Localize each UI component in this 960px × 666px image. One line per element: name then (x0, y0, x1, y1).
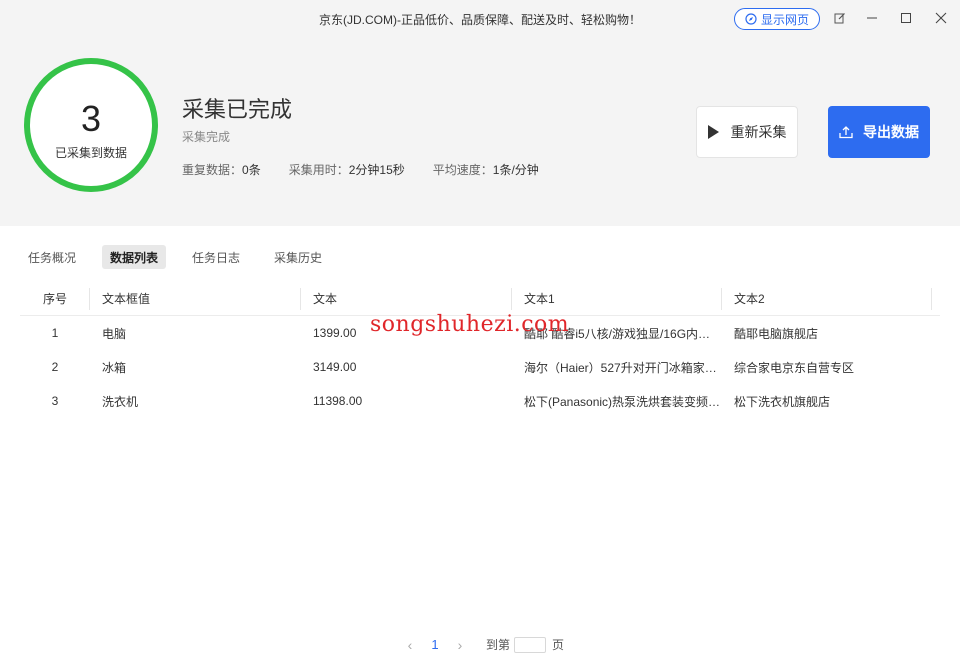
table-cell: 松下洗衣机旗舰店 (734, 394, 831, 409)
minimize-icon[interactable] (864, 10, 880, 26)
column-header-text: 文本 (301, 282, 512, 316)
edit-icon[interactable] (832, 10, 848, 26)
table-cell: 综合家电京东自营专区 (734, 360, 855, 375)
table-cell: 3 (51, 394, 59, 408)
table-row[interactable]: 2 冰箱 3149.00 海尔（Haier）527升对开门冰箱家… 综合家电京东… (20, 350, 940, 384)
column-header-textbox: 文本框值 (90, 282, 301, 316)
recollect-button[interactable]: 重新采集 (696, 106, 798, 158)
stats-row: 重复数据：0条 采集用时：2分钟15秒 平均速度：1条/分钟 (182, 161, 567, 178)
table-cell: 松下(Panasonic)热泵洗烘套装变频… (524, 394, 721, 409)
tab-task-log[interactable]: 任务日志 (184, 245, 248, 269)
table-cell: 酷耶电脑旗舰店 (734, 326, 819, 341)
chevron-right-icon[interactable]: › (450, 637, 470, 653)
collection-summary: 3 已采集到数据 采集已完成 采集完成 重复数据：0条 采集用时：2分钟15秒 … (0, 36, 960, 226)
compass-icon (745, 13, 757, 25)
page-number[interactable]: 1 (420, 637, 450, 652)
table-cell: 1 (51, 326, 59, 340)
table-header: 序号 文本框值 文本 文本1 文本2 (20, 282, 940, 316)
column-header-text1: 文本1 (512, 282, 722, 316)
goto-label: 到第 (486, 638, 511, 652)
stat-duration: 采集用时：2分钟15秒 (288, 163, 405, 177)
table-row[interactable]: 3 洗衣机 11398.00 松下(Panasonic)热泵洗烘套装变频… 松下… (20, 384, 940, 418)
column-header-index: 序号 (20, 282, 90, 316)
table-cell: 洗衣机 (102, 394, 139, 409)
data-table: 序号 文本框值 文本 文本1 文本2 1 电脑 1399.00 酷耶 酷睿i5八… (20, 282, 940, 418)
show-web-label: 显示网页 (760, 12, 809, 27)
table-cell: 冰箱 (102, 360, 127, 375)
title-bar: 京东(JD.COM)-正品低价、品质保障、配送及时、轻松购物！ 显示网页 (0, 0, 960, 36)
count-ring: 3 已采集到数据 (24, 58, 158, 192)
tab-data-list[interactable]: 数据列表 (102, 245, 167, 269)
stat-speed: 平均速度：1条/分钟 (432, 163, 539, 177)
close-icon[interactable] (933, 10, 949, 26)
collected-count: 3 (80, 98, 102, 139)
column-header-text2: 文本2 (722, 282, 932, 316)
recollect-label: 重新采集 (730, 124, 787, 140)
pagination: ‹ 1 › 到第 页 (400, 636, 564, 653)
watermark: songshuhezi.com (370, 312, 570, 337)
tab-bar: 任务概况 数据列表 任务日志 采集历史 (20, 245, 348, 269)
show-web-button[interactable]: 显示网页 (734, 8, 820, 30)
table-cell: 3149.00 (313, 360, 357, 374)
table-cell: 海尔（Haier）527升对开门冰箱家… (524, 360, 717, 375)
status-title: 采集已完成 (182, 97, 293, 122)
table-cell: 11398.00 (313, 394, 363, 408)
table-cell: 电脑 (102, 326, 127, 341)
page-unit-label: 页 (552, 638, 565, 652)
play-icon (707, 125, 719, 139)
maximize-icon[interactable] (898, 10, 914, 26)
tab-history[interactable]: 采集历史 (266, 245, 330, 269)
export-data-button[interactable]: 导出数据 (828, 106, 930, 158)
export-label: 导出数据 (863, 124, 919, 140)
stat-duplicates: 重复数据：0条 (182, 163, 261, 177)
page-jump-input[interactable] (514, 636, 547, 653)
status-subtitle: 采集完成 (182, 130, 231, 144)
chevron-left-icon[interactable]: ‹ (400, 637, 420, 653)
upload-icon (839, 126, 853, 139)
collected-count-label: 已采集到数据 (54, 146, 127, 160)
table-cell: 2 (51, 360, 59, 374)
tab-overview[interactable]: 任务概况 (20, 245, 84, 269)
